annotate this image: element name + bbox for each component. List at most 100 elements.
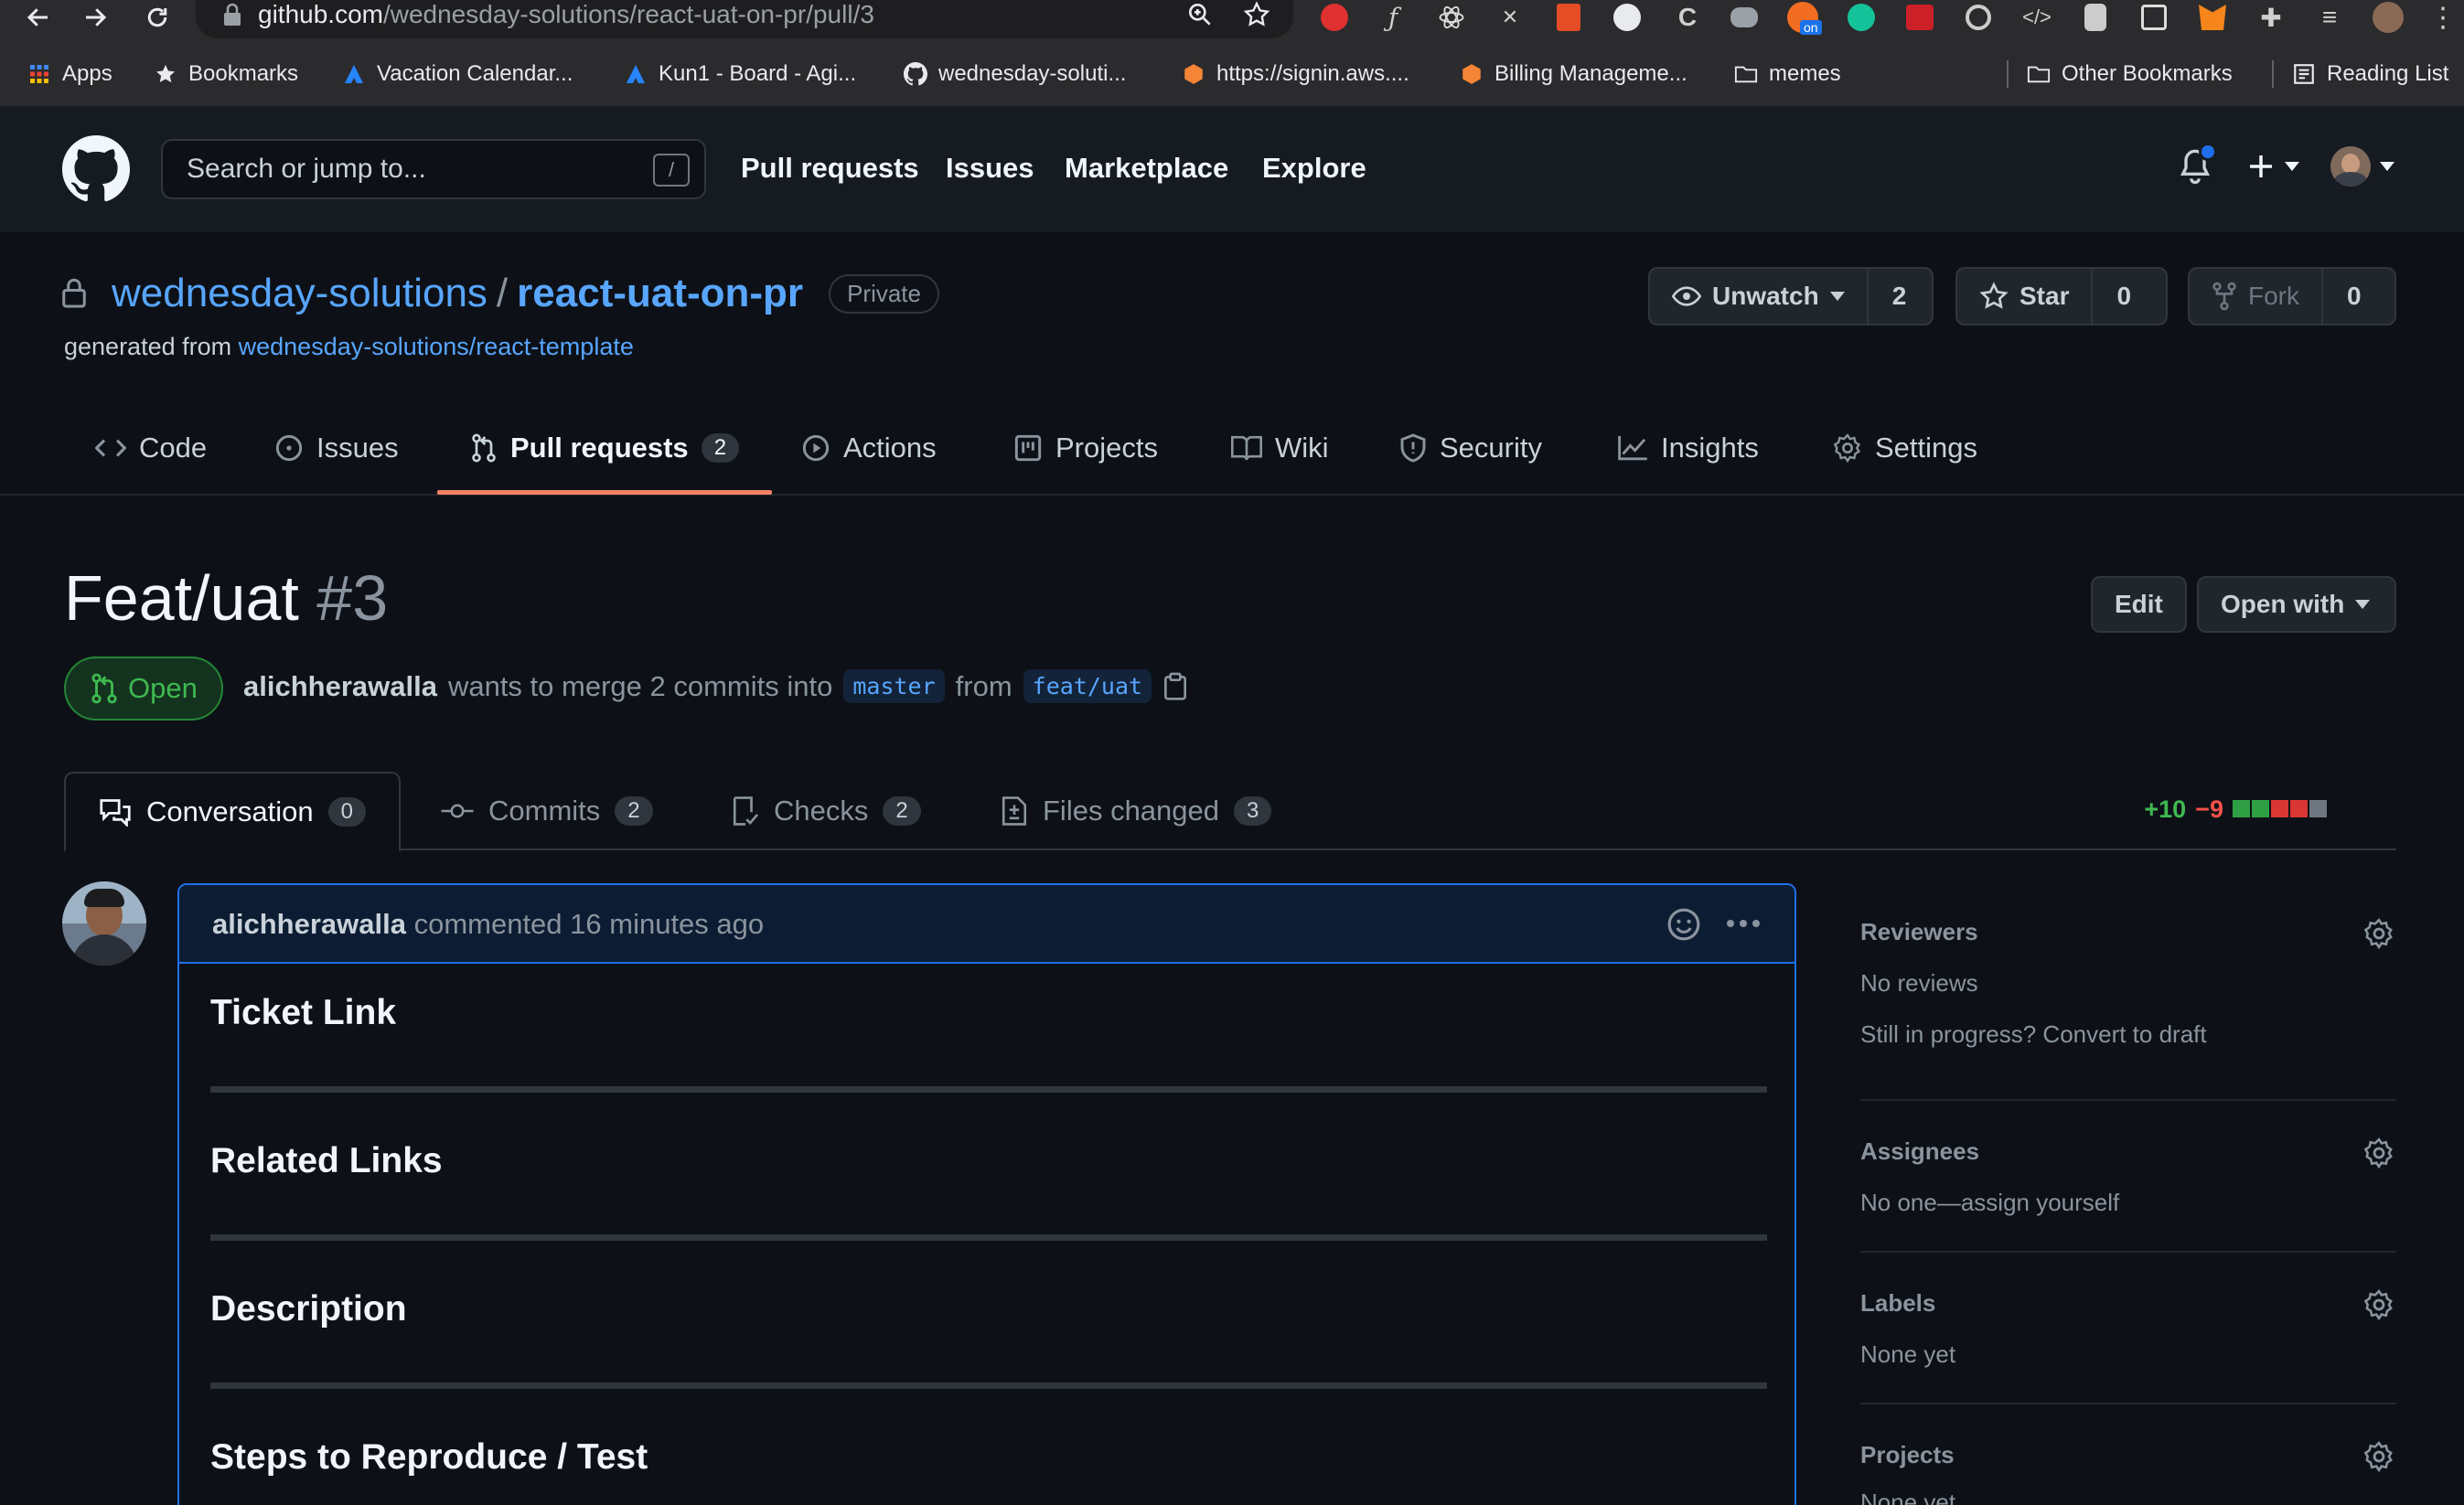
bookmark-wednesday-solutions[interactable]: wednesday-soluti... <box>904 53 1126 95</box>
bookmark-billing-management[interactable]: Billing Manageme... <box>1460 53 1687 95</box>
devtools-extension-icon[interactable]: </> <box>2019 0 2054 35</box>
hand-extension-icon[interactable] <box>2078 0 2113 35</box>
cloud-extension-icon[interactable] <box>1727 0 1762 35</box>
assignees-gear-icon[interactable] <box>2363 1137 2394 1169</box>
open-with-button[interactable]: Open with <box>2197 576 2396 633</box>
bookmark-apps[interactable]: Apps <box>27 53 112 95</box>
user-menu[interactable] <box>2330 146 2394 187</box>
bookmark-vacation-calendar[interactable]: Vacation Calendar... <box>342 53 573 95</box>
heading-divider <box>210 1234 1767 1241</box>
tab-conversation[interactable]: Conversation 0 <box>64 772 402 852</box>
address-bar[interactable]: github.com/wednesday-solutions/react-uat… <box>196 0 1293 38</box>
x-extension-icon[interactable]: ✕ <box>1493 0 1527 35</box>
bookmark-kun1-board[interactable]: Kun1 - Board - Agi... <box>624 53 856 95</box>
star-button[interactable]: Star <box>1957 269 2091 324</box>
reload-button[interactable] <box>137 2 177 33</box>
bookmark-bookmarks[interactable]: Bookmarks <box>154 53 298 95</box>
search-input[interactable]: Search or jump to... / <box>161 139 706 199</box>
nav-issues[interactable]: Issues <box>946 152 1034 185</box>
smiley-icon[interactable] <box>1666 907 1701 942</box>
tab-files-changed[interactable]: Files changed 3 <box>1001 772 1272 850</box>
gear-icon <box>1833 433 1860 463</box>
fork-button[interactable]: Fork <box>2190 269 2321 324</box>
diffstat-block <box>2309 800 2327 817</box>
edit-button[interactable]: Edit <box>2091 576 2187 633</box>
speech-extension-icon[interactable] <box>1610 0 1644 35</box>
head-branch[interactable]: feat/uat <box>1023 669 1152 703</box>
tab-label: Pull requests <box>510 432 689 464</box>
html5-extension-icon[interactable] <box>1551 0 1586 35</box>
projects-title[interactable]: Projects <box>1860 1441 1955 1469</box>
lastpass-extension-icon[interactable] <box>1902 0 1937 35</box>
comment-timestamp[interactable]: commented 16 minutes ago <box>414 908 765 940</box>
tab-actions[interactable]: Actions <box>801 402 937 494</box>
kebab-horizontal-icon[interactable] <box>1725 918 1762 929</box>
tab-code[interactable]: Code <box>95 402 207 494</box>
video-extension-icon[interactable] <box>2137 0 2171 35</box>
bookmark-star-icon[interactable] <box>1242 0 1271 29</box>
tab-wiki[interactable]: Wiki <box>1231 402 1329 494</box>
bookmark-aws-signin[interactable]: https://signin.aws.... <box>1182 53 1409 95</box>
bookmark-other-bookmarks[interactable]: Other Bookmarks <box>2027 53 2233 95</box>
pr-author-link[interactable]: alichherawalla <box>243 670 437 703</box>
tab-pull-requests[interactable]: Pull requests 2 <box>470 402 740 494</box>
bookmark-reading-list[interactable]: Reading List <box>2292 53 2448 95</box>
tab-checks[interactable]: Checks 2 <box>732 772 921 850</box>
grammarly-extension-icon[interactable] <box>1844 0 1879 35</box>
repo-name-link[interactable]: react-uat-on-pr <box>517 271 803 316</box>
copy-clipboard-icon[interactable] <box>1162 672 1188 701</box>
labels-gear-icon[interactable] <box>2363 1289 2394 1320</box>
tab-projects[interactable]: Projects <box>1013 402 1158 494</box>
assign-yourself-link[interactable]: No one—assign yourself <box>1860 1189 2119 1217</box>
metamask-extension-icon[interactable] <box>2195 0 2230 35</box>
comment-author-avatar[interactable] <box>62 881 146 966</box>
comment-author-link[interactable]: alichherawalla <box>212 908 406 940</box>
chrome-menu-icon[interactable]: ⋮ <box>2426 0 2460 35</box>
stars-count[interactable]: 0 <box>2091 269 2155 324</box>
assignees-title[interactable]: Assignees <box>1860 1137 1979 1166</box>
nav-pull-requests[interactable]: Pull requests <box>741 152 919 185</box>
convert-to-draft-link[interactable]: Still in progress? Convert to draft <box>1860 1020 2207 1049</box>
tab-label: Projects <box>1055 432 1158 464</box>
caret-down-icon <box>2285 162 2299 171</box>
reviewers-gear-icon[interactable] <box>2363 918 2394 949</box>
tab-commits[interactable]: Commits 2 <box>441 772 653 850</box>
honey-extension-icon[interactable]: on <box>1785 0 1822 35</box>
tab-issues[interactable]: Issues <box>274 402 399 494</box>
nav-explore[interactable]: Explore <box>1262 152 1366 185</box>
fork-icon <box>2212 282 2236 311</box>
watchers-count[interactable]: 2 <box>1866 269 1931 324</box>
labels-title[interactable]: Labels <box>1860 1289 1935 1318</box>
nav-marketplace[interactable]: Marketplace <box>1065 152 1228 185</box>
extensions-puzzle-icon[interactable]: ✚ <box>2254 0 2288 35</box>
tab-insights[interactable]: Insights <box>1617 402 1759 494</box>
bookmark-label: https://signin.aws.... <box>1216 61 1409 86</box>
create-new-menu[interactable] <box>2246 152 2299 181</box>
tab-label: Checks <box>774 795 869 827</box>
base-branch[interactable]: master <box>843 669 945 703</box>
bookmark-memes[interactable]: memes <box>1734 53 1841 95</box>
repo-owner-link[interactable]: wednesday-solutions <box>112 271 487 316</box>
notifications-button[interactable] <box>2177 143 2217 191</box>
template-repo-link[interactable]: wednesday-solutions/react-template <box>239 333 634 360</box>
code-extension-icon[interactable]: C <box>1670 0 1705 35</box>
reviewers-title[interactable]: Reviewers <box>1860 918 1978 946</box>
reading-queue-icon[interactable]: ≡ <box>2312 0 2347 35</box>
react-devtools-extension-icon[interactable] <box>1434 0 1469 35</box>
unwatch-button[interactable]: Unwatch <box>1650 269 1867 324</box>
record-extension-icon[interactable] <box>1961 0 1996 35</box>
unwatch-label: Unwatch <box>1712 282 1819 310</box>
formula-extension-icon[interactable]: ƒ <box>1376 0 1410 35</box>
github-logo-icon[interactable] <box>62 135 130 203</box>
tab-settings[interactable]: Settings <box>1833 402 1977 494</box>
projects-gear-icon[interactable] <box>2363 1441 2394 1472</box>
forward-button[interactable] <box>75 2 115 33</box>
forks-count[interactable]: 0 <box>2321 269 2385 324</box>
zoom-icon[interactable] <box>1185 0 1215 29</box>
back-button[interactable] <box>18 2 59 33</box>
adblock-extension-icon[interactable] <box>1317 0 1352 35</box>
url-host: github.com <box>258 0 383 28</box>
tab-security[interactable]: Security <box>1399 402 1542 494</box>
profile-avatar-icon[interactable] <box>2371 0 2405 35</box>
tab-label: Wiki <box>1275 432 1329 464</box>
